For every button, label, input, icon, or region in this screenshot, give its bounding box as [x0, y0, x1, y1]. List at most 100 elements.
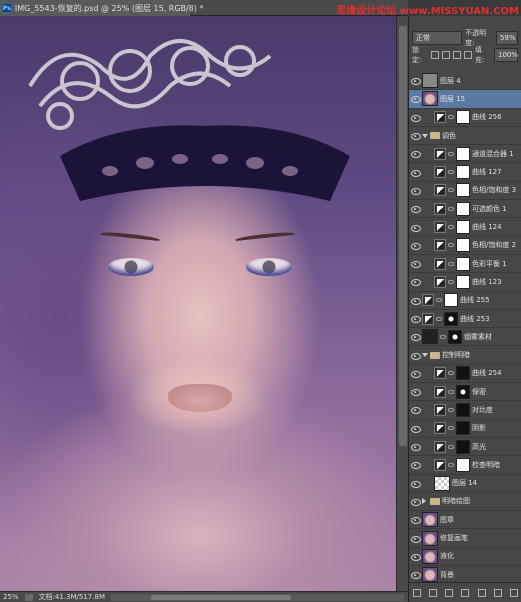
layer-name: 图层 15 [440, 94, 466, 103]
lock-position-icon[interactable] [453, 51, 461, 59]
fill-input[interactable]: 100% [494, 48, 518, 62]
visibility-eye-icon[interactable] [411, 77, 421, 86]
visibility-eye-icon[interactable] [411, 150, 421, 159]
link-icon [448, 115, 454, 120]
status-menu-icon[interactable] [24, 593, 33, 601]
expand-arrow-icon[interactable] [422, 353, 428, 358]
expand-arrow-icon[interactable] [422, 133, 428, 138]
visibility-eye-icon[interactable] [411, 480, 421, 488]
layer-group-row[interactable]: 调色 [409, 127, 521, 146]
new-layer-icon[interactable] [493, 588, 502, 597]
link-icon [448, 462, 454, 467]
image-canvas[interactable] [0, 16, 396, 591]
visibility-eye-icon[interactable] [411, 461, 421, 470]
layer-mask-thumbnail [456, 457, 470, 472]
layer-row[interactable]: 可选颜色 1 [409, 200, 521, 219]
document-tab[interactable]: Ps IMG_5543-恢复的.psd @ 25% (图层 15, RGB/8)… [0, 0, 203, 16]
lock-transparent-icon[interactable] [431, 51, 440, 59]
visibility-eye-icon[interactable] [411, 535, 421, 543]
add-mask-icon[interactable] [445, 588, 454, 597]
visibility-eye-icon[interactable] [411, 553, 421, 561]
visibility-eye-icon[interactable] [411, 169, 421, 177]
layer-row[interactable]: 曲线 124 [409, 218, 521, 237]
scrollbar-thumb[interactable] [399, 26, 407, 446]
visibility-eye-icon[interactable] [411, 352, 421, 360]
layer-row[interactable]: 对比度 [409, 401, 521, 420]
curves-adjustment-icon [434, 385, 446, 398]
opacity-input[interactable]: 59% [496, 31, 518, 45]
visibility-eye-icon[interactable] [411, 333, 421, 342]
layer-row[interactable]: 修复画笔 [409, 529, 521, 548]
visibility-eye-icon[interactable] [411, 498, 421, 506]
visibility-eye-icon[interactable] [411, 406, 421, 415]
layer-row[interactable]: 曲线 254 [409, 365, 521, 384]
canvas-vertical-scrollbar[interactable] [396, 16, 408, 591]
lock-all-icon[interactable] [463, 51, 472, 59]
layers-panel: 正常 不透明度: 59% 锁定: 填充: 100% 图层 4 图层 15 曲线 … [408, 16, 521, 602]
lock-pixels-icon[interactable] [442, 51, 450, 59]
layer-style-icon[interactable] [429, 588, 438, 597]
layer-row[interactable]: 曲线 123 [409, 273, 521, 292]
visibility-eye-icon[interactable] [411, 370, 421, 378]
layer-name: 曲线 254 [472, 369, 502, 378]
link-layers-icon[interactable] [413, 588, 422, 597]
scrollbar-thumb[interactable] [150, 594, 291, 600]
collapse-arrow-icon[interactable] [422, 498, 428, 505]
blend-mode-select[interactable]: 正常 [412, 31, 463, 45]
layer-group-row[interactable]: 明暗绘图 [409, 493, 521, 512]
layer-name: 背景 [440, 570, 454, 579]
visibility-eye-icon[interactable] [411, 205, 421, 214]
visibility-eye-icon[interactable] [411, 297, 421, 305]
visibility-eye-icon[interactable] [411, 388, 421, 397]
layer-row[interactable]: 图层 4 [409, 72, 521, 91]
layer-row[interactable]: 色相/饱和度 2 [409, 237, 521, 255]
layer-row[interactable]: 曲线 253 [409, 310, 521, 329]
layer-thumbnail [422, 530, 438, 546]
visibility-eye-icon[interactable] [411, 132, 421, 141]
visibility-eye-icon[interactable] [411, 114, 421, 122]
curves-adjustment-icon [434, 111, 446, 124]
layer-row[interactable]: 通道混合器 1 [409, 145, 521, 164]
adjustment-layer-icon[interactable] [461, 588, 470, 597]
layer-row[interactable]: 烟雾素材 [409, 328, 521, 347]
layer-row[interactable]: 色相/饱和度 3 [409, 182, 521, 201]
layer-row[interactable]: 曲线 127 [409, 163, 521, 182]
hue-saturation-adjustment-icon [434, 458, 446, 471]
layer-row[interactable]: 高光 [409, 438, 521, 457]
layer-row[interactable]: 色彩平衡 1 [409, 255, 521, 274]
trash-icon[interactable] [509, 588, 518, 597]
layer-row[interactable]: 保密 [409, 383, 521, 402]
visibility-eye-icon[interactable] [411, 224, 421, 232]
link-icon [448, 206, 454, 211]
canvas-horizontal-scrollbar[interactable] [110, 593, 404, 601]
visibility-eye-icon[interactable] [411, 315, 421, 323]
zoom-level[interactable]: 25% [3, 593, 19, 601]
layer-row[interactable]: 图层 14 [409, 475, 521, 493]
visibility-eye-icon[interactable] [411, 278, 421, 287]
visibility-eye-icon[interactable] [411, 242, 421, 250]
link-icon [448, 261, 454, 266]
layer-row[interactable]: 曲线 256 [409, 109, 521, 127]
visibility-eye-icon[interactable] [411, 516, 421, 525]
visibility-eye-icon[interactable] [411, 260, 421, 269]
visibility-eye-icon[interactable] [411, 443, 421, 452]
layer-row[interactable]: 阴影 [409, 420, 521, 438]
layer-row[interactable]: 图层 15 [409, 90, 521, 109]
color-balance-adjustment-icon [434, 257, 446, 270]
layer-row[interactable]: 背景 [409, 566, 521, 582]
layer-name: 可选颜色 1 [472, 204, 507, 213]
layer-row[interactable]: 图章 [409, 511, 521, 530]
new-group-icon[interactable] [477, 588, 486, 597]
layer-name: 图章 [440, 515, 454, 524]
layer-row[interactable]: 液化 [409, 548, 521, 567]
layer-row[interactable]: 检查明暗 [409, 456, 521, 475]
layer-row[interactable]: 曲线 255 [409, 292, 521, 310]
visibility-eye-icon[interactable] [411, 95, 421, 104]
layer-group-row[interactable]: 控制明暗 [409, 346, 521, 365]
link-icon [448, 243, 454, 248]
visibility-eye-icon[interactable] [411, 425, 421, 433]
visibility-eye-icon[interactable] [411, 187, 421, 195]
visibility-eye-icon[interactable] [411, 571, 421, 580]
folder-icon [430, 497, 440, 505]
layer-name: 色相/饱和度 2 [472, 241, 517, 250]
